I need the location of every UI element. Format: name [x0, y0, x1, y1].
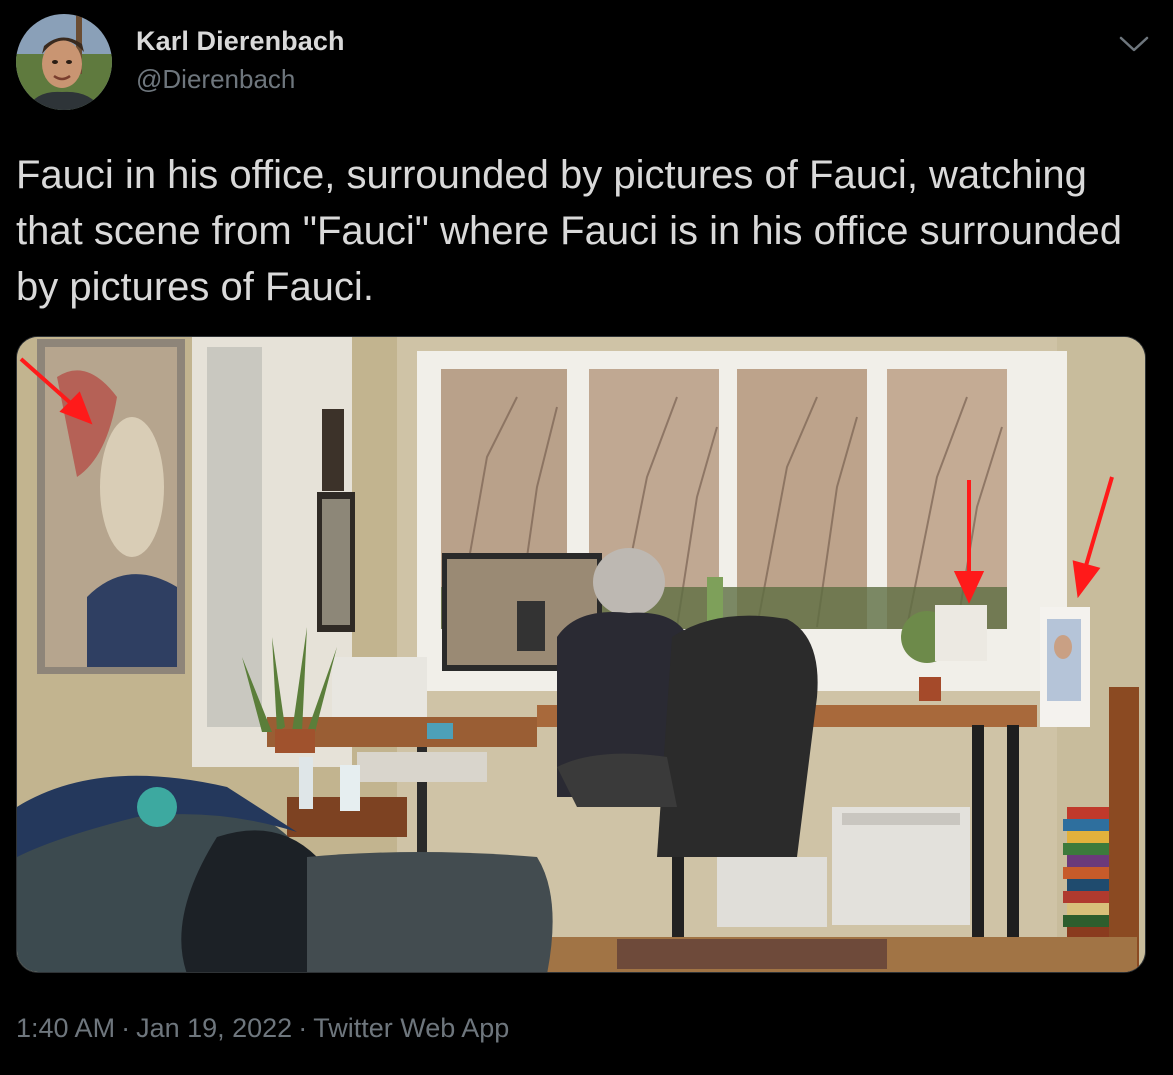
chevron-down-icon	[1119, 36, 1149, 52]
author-display-name[interactable]: Karl Dierenbach	[136, 24, 345, 58]
tweet-header: Karl Dierenbach @Dierenbach	[16, 14, 1156, 114]
meta-separator: ·	[121, 1013, 131, 1043]
office-photo	[17, 337, 1145, 972]
avatar-image	[16, 14, 112, 110]
tweet-date[interactable]: Jan 19, 2022	[136, 1013, 292, 1043]
tweet: Karl Dierenbach @Dierenbach Fauci in his…	[0, 0, 1173, 1075]
author-handle[interactable]: @Dierenbach	[136, 62, 345, 96]
tweet-meta: 1:40 AM · Jan 19, 2022 · Twitter Web App	[16, 1008, 509, 1048]
tweet-time[interactable]: 1:40 AM	[16, 1013, 115, 1043]
avatar[interactable]	[16, 14, 112, 110]
tweet-text: Fauci in his office, surrounded by pictu…	[16, 153, 1122, 309]
tweet-source[interactable]: Twitter Web App	[313, 1013, 509, 1043]
meta-separator-2: ·	[298, 1013, 308, 1043]
tweet-photo[interactable]	[16, 336, 1146, 973]
more-options-button[interactable]	[1116, 30, 1152, 58]
author-block: Karl Dierenbach @Dierenbach	[136, 24, 345, 96]
